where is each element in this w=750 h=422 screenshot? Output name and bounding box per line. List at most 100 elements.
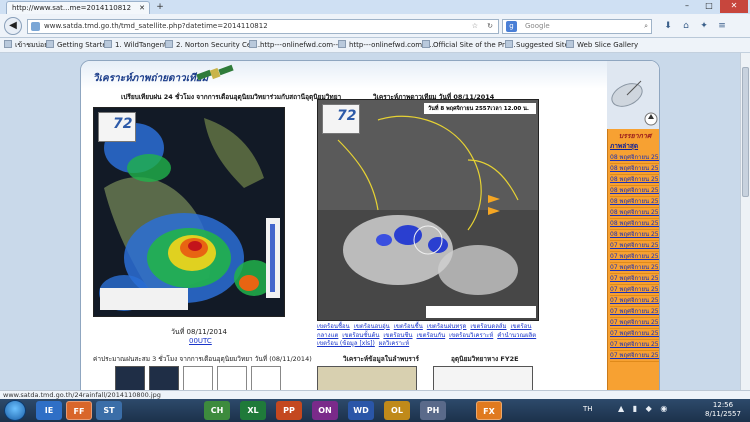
rain-thumbnail[interactable] — [149, 366, 179, 391]
region-links: เขตร้อนชื้อน เขตร้อนอบอุ่น เขตร้อนชื้น เ… — [317, 323, 539, 349]
taskbar-app-icon[interactable]: CH — [204, 401, 230, 420]
region-link[interactable]: เขตร้อนวิเคราะห์ — [449, 332, 493, 339]
tmd-logo: 72 — [322, 104, 360, 134]
site-panel: วิเคราะห์ภาพถ่ายดาวเทียม เปรียบเทียบฝน 2… — [80, 60, 660, 392]
bookmark-item[interactable]: http---onlinefwd.com--... — [249, 40, 345, 51]
date-link[interactable]: 07 พฤศจิกายน 2557 เวลา 22:00 น. — [610, 241, 659, 252]
rainfall-map-image[interactable]: 72 — [93, 107, 285, 317]
region-link[interactable]: เขตร้อนอบอุ่น — [354, 323, 390, 330]
new-tab-button[interactable]: + — [154, 2, 166, 13]
bookmark-page-icon — [46, 40, 54, 48]
start-button[interactable] — [4, 400, 26, 421]
bookmark-page-icon — [338, 40, 346, 48]
rain-thumbnail[interactable] — [217, 366, 247, 391]
back-button[interactable]: ◀ — [4, 17, 22, 35]
tmd-logo: 72 — [98, 112, 136, 142]
taskbar-app-icon[interactable]: FF — [66, 401, 92, 420]
taskbar-app-icon[interactable]: IE — [36, 401, 62, 420]
site-header: วิเคราะห์ภาพถ่ายดาวเทียม — [81, 61, 659, 89]
date-link[interactable]: 07 พฤศจิกายน 2557 เวลา 19:00 น. — [610, 252, 659, 263]
taskbar-app-icon[interactable]: ON — [312, 401, 338, 420]
satellite-dish-icon — [607, 61, 659, 129]
bookmark-item[interactable]: 2. Norton Security Cen... — [165, 40, 262, 51]
taskbar: IE FF ST CH XL PP ON WD OL PH FX TH ▲ ▮ … — [0, 399, 750, 422]
google-icon[interactable]: g — [506, 21, 517, 32]
latest-link[interactable]: ภาพล่าสุด — [610, 141, 638, 151]
date-link[interactable]: 08 พฤศจิกายน 2557 เวลา 09:00 น. — [610, 186, 659, 197]
bookmark-item[interactable]: 1. WildTangent — [104, 40, 167, 51]
satellite-icon — [196, 64, 234, 81]
date-link[interactable]: 07 พฤศจิกายน 2557 เวลา 11:00 น. — [610, 340, 659, 351]
region-link[interactable]: ผลวิเคราะห์ — [379, 340, 409, 347]
minimize-button[interactable]: – — [676, 0, 698, 13]
bookmark-item[interactable]: Suggested Sites — [505, 40, 573, 51]
taskbar-app-icon[interactable]: XL — [240, 401, 266, 420]
close-window-button[interactable]: ✕ — [720, 0, 748, 13]
tab-active[interactable]: http://www.sat...me=2014110812 ✕ — [6, 1, 150, 14]
download-icon[interactable]: ⬇ — [662, 20, 674, 32]
url-text: www.satda.tmd.go.th/tmd_satellite.php?da… — [44, 22, 268, 30]
radar-thumbnail[interactable] — [317, 366, 417, 391]
date-link[interactable]: 07 พฤศจิกายน 2557 เวลา 12:00 น. — [610, 329, 659, 340]
scrollbar-thumb[interactable] — [742, 67, 749, 197]
address-bar[interactable]: www.satda.tmd.go.th/tmd_satellite.php?da… — [27, 19, 499, 34]
bookmark-item[interactable]: เข้าชมบ่อย — [4, 40, 48, 51]
taskbar-app-icon[interactable]: OL — [384, 401, 410, 420]
taskbar-app-icon[interactable]: ST — [96, 401, 122, 420]
utc-link[interactable]: 00UTC — [189, 337, 212, 345]
taskbar-app-icon[interactable]: PH — [420, 401, 446, 420]
region-link[interactable]: เขตร้อนกัน — [416, 332, 445, 339]
date-link[interactable]: 07 พฤศจิกายน 2557 เวลา 10:00 น. — [610, 351, 659, 362]
date-link[interactable]: 08 พฤศจิกายน 2557 เวลา 07:00 น. — [610, 208, 659, 219]
clock-time: 12:56 — [712, 401, 734, 409]
reload-icon[interactable]: ↻ — [487, 20, 493, 33]
rain-thumbnail[interactable] — [251, 366, 281, 391]
date-link[interactable]: 07 พฤศจิกายน 2557 เวลา 13:00 น. — [610, 318, 659, 329]
vertical-scrollbar[interactable] — [740, 53, 750, 390]
bottom-mid-title: วิเคราะห์ข้อมูลในลำพบราร์ — [343, 355, 420, 363]
date-link[interactable]: 07 พฤศจิกายน 2557 เวลา 16:00 น. — [610, 285, 659, 296]
region-link[interactable]: เขตร้อนชั้นต้น — [342, 332, 379, 339]
bottom-right-title: อุตุนิยมวิทยาหาง FY2E — [451, 355, 519, 363]
satellite-image[interactable]: 72 วันที่ 8 พฤศจิกายน 2557เวลา 12.00 น. — [317, 99, 539, 321]
date-link[interactable]: 08 พฤศจิกายน 2557 เวลา 01:00 น. — [610, 230, 659, 241]
addon-icon[interactable]: ✦ — [698, 20, 710, 32]
region-link[interactable]: เขตร้อนชื้น — [394, 323, 423, 330]
bookmark-item[interactable]: Getting Started — [46, 40, 111, 51]
bookmark-item[interactable]: Official Site of the Pre... — [422, 40, 516, 51]
rain-thumbnail[interactable] — [183, 366, 213, 391]
date-link[interactable]: 08 พฤศจิกายน 2557 เวลา 04:00 น. — [610, 219, 659, 230]
site-title: วิเคราะห์ภาพถ่ายดาวเทียม — [93, 73, 209, 84]
date-link[interactable]: 07 พฤศจิกายน 2557 เวลา 15:00 น. — [610, 296, 659, 307]
date-link[interactable]: 08 พฤศจิกายน 2557 เวลา 11:00 น. — [610, 164, 659, 175]
bookmark-page-icon — [165, 40, 173, 48]
date-link[interactable]: 08 พฤศจิกายน 2557 เวลา 12:00 น. — [610, 153, 659, 164]
date-link[interactable]: 08 พฤศจิกายน 2557 เวลา 10:00 น. — [610, 175, 659, 186]
bookmark-item[interactable]: Web Slice Gallery — [566, 40, 638, 51]
date-link[interactable]: 07 พฤศจิกายน 2557 เวลา 17:00 น. — [610, 274, 659, 285]
bookmark-item[interactable]: http---onlinefwd.com--... — [338, 40, 434, 51]
close-tab-icon[interactable]: ✕ — [139, 2, 145, 14]
search-input[interactable]: g Google ⌕ — [502, 19, 652, 34]
search-icon[interactable]: ⌕ — [644, 20, 648, 33]
date-link[interactable]: 07 พฤศจิกายน 2557 เวลา 14:00 น. — [610, 307, 659, 318]
taskbar-app-icon[interactable]: FX — [476, 401, 502, 420]
region-link[interactable]: เขตร้อนชื้อน — [317, 323, 350, 330]
maximize-button[interactable]: □ — [698, 0, 720, 13]
language-indicator[interactable]: TH — [583, 405, 593, 413]
bookmark-star-icon[interactable]: ☆ — [472, 20, 478, 33]
taskbar-app-icon[interactable]: WD — [348, 401, 374, 420]
region-link[interactable]: เขตร้อนฝนทรุด — [427, 323, 467, 330]
tray-icons[interactable]: ▲ ▮ ◆ ◉ — [618, 404, 670, 413]
region-link[interactable]: เขตร้อนดลส์ม — [470, 323, 506, 330]
taskbar-app-icon[interactable]: PP — [276, 401, 302, 420]
region-link[interactable]: เขตร้อนชีน — [383, 332, 412, 339]
clock[interactable]: 12:56 8/11/2557 — [700, 401, 746, 419]
fy2e-thumbnail[interactable] — [433, 366, 533, 391]
date-link[interactable]: 08 พฤศจิกายน 2557 เวลา 08:00 น. — [610, 197, 659, 208]
home-icon[interactable]: ⌂ — [680, 20, 692, 32]
clock-date: 8/11/2557 — [705, 410, 741, 418]
date-link[interactable]: 07 พฤศจิกายน 2557 เวลา 18:00 น. — [610, 263, 659, 274]
rain-thumbnail[interactable] — [115, 366, 145, 391]
menu-icon[interactable]: ≡ — [716, 20, 728, 32]
